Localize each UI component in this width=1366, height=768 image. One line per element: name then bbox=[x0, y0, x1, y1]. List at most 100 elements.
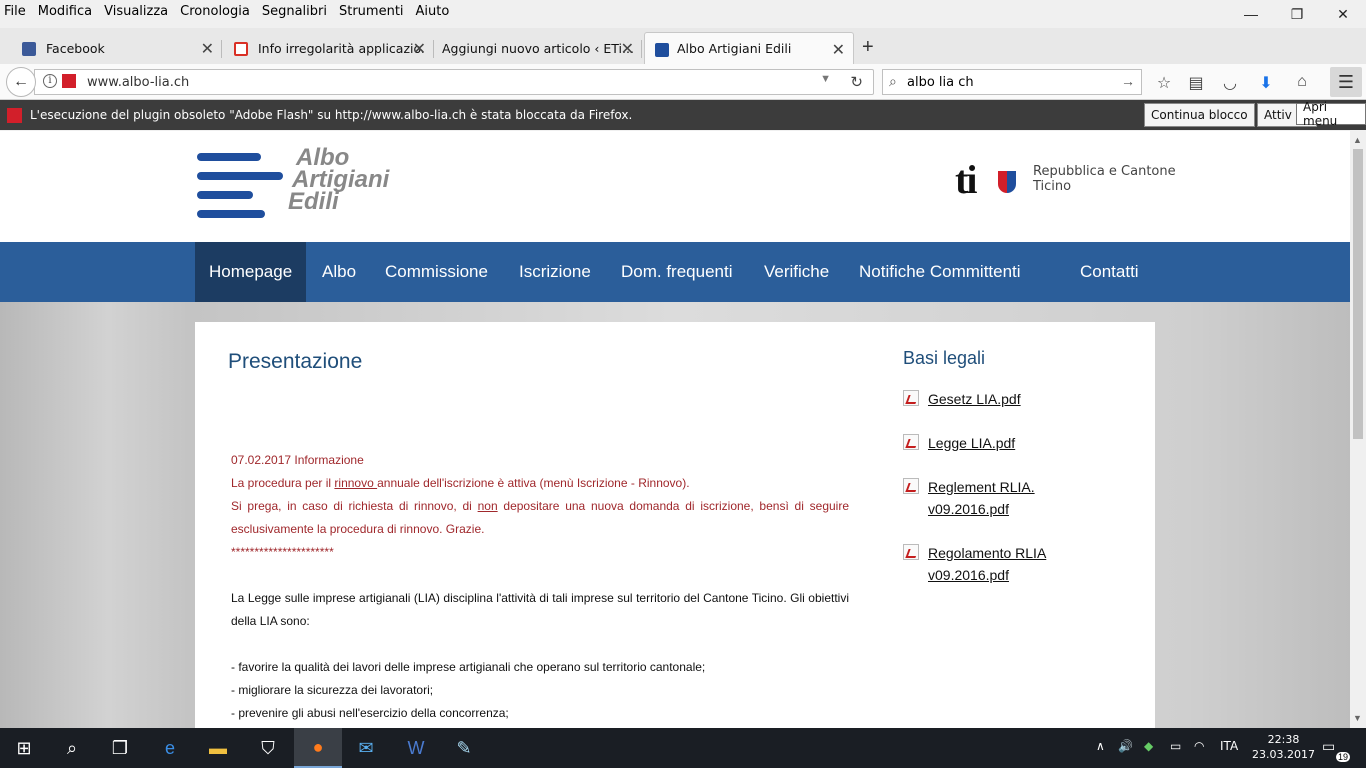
tab-bar: Facebook ✕ Info irregolarità applicazio.… bbox=[0, 28, 1366, 64]
search-go-icon[interactable]: → bbox=[1121, 73, 1135, 89]
menu-segnalibri[interactable]: Segnalibri bbox=[262, 4, 327, 19]
pdf-link-line-2[interactable]: v09.2016.pdf bbox=[928, 567, 1009, 583]
pdf-link-gesetz[interactable]: Gesetz LIA.pdf bbox=[903, 388, 1021, 410]
nav-domande-frequenti[interactable]: Dom. frequenti bbox=[621, 242, 733, 302]
system-clock[interactable]: 22:38 23.03.2017 bbox=[1252, 732, 1315, 762]
tab-facebook[interactable]: Facebook ✕ bbox=[0, 32, 222, 64]
new-tab-icon[interactable]: + bbox=[862, 36, 874, 59]
pdf-link-reglement[interactable]: Reglement RLIA. v09.2016.pdf bbox=[903, 476, 1035, 520]
nav-albo[interactable]: Albo bbox=[322, 242, 356, 302]
search-box[interactable]: ⌕ → bbox=[882, 69, 1142, 95]
outlook-icon[interactable]: ✉ bbox=[342, 728, 390, 768]
restore-button[interactable]: ❐ bbox=[1274, 0, 1320, 28]
menu-visualizza[interactable]: Visualizza bbox=[104, 4, 168, 19]
menu-strumenti[interactable]: Strumenti bbox=[339, 4, 404, 19]
pdf-link-text[interactable]: Gesetz LIA.pdf bbox=[928, 388, 1021, 410]
back-button[interactable]: ← bbox=[6, 67, 36, 97]
menu-aiuto[interactable]: Aiuto bbox=[416, 4, 450, 19]
menu-modifica[interactable]: Modifica bbox=[38, 4, 92, 19]
canton-line-2: Ticino bbox=[1033, 179, 1072, 194]
pdf-link-legge[interactable]: Legge LIA.pdf bbox=[903, 432, 1015, 454]
pdf-link-text[interactable]: Legge LIA.pdf bbox=[928, 432, 1015, 454]
show-hidden-icons[interactable]: ∧ bbox=[1096, 739, 1105, 753]
facebook-icon bbox=[22, 42, 36, 56]
ticino-shield-icon bbox=[998, 171, 1016, 193]
word-icon[interactable]: W bbox=[392, 728, 440, 768]
firefox-icon[interactable]: ● bbox=[294, 728, 342, 768]
pdf-link-line-1[interactable]: Regolamento RLIA bbox=[928, 545, 1046, 561]
reading-list-icon[interactable]: ▤ bbox=[1184, 73, 1208, 93]
tab-aggiungi-articolo[interactable]: Aggiungi nuovo articolo ‹ ETi... ✕ bbox=[420, 32, 642, 64]
window-controls: — ❐ ✕ bbox=[1228, 0, 1366, 28]
windows-start-icon[interactable]: ⊞ bbox=[0, 728, 48, 768]
tab-gmail[interactable]: Info irregolarità applicazio... ✕ bbox=[212, 32, 434, 64]
bookmark-star-icon[interactable]: ☆ bbox=[1152, 73, 1176, 93]
web-page: Albo Artigiani Edili ti Repubblica e Can… bbox=[0, 131, 1350, 728]
info-text: La procedura per il bbox=[231, 476, 335, 490]
albo-favicon-icon bbox=[655, 43, 669, 57]
notepad-icon[interactable]: ✎ bbox=[440, 728, 488, 768]
objective-item: - prevenire gli abusi nell'esercizio del… bbox=[231, 706, 509, 720]
dropdown-icon[interactable]: ▼ bbox=[820, 73, 831, 85]
info-text: annuale dell'iscrizione è attiva (menù I… bbox=[377, 476, 690, 490]
menu-cronologia[interactable]: Cronologia bbox=[180, 4, 250, 19]
file-explorer-icon[interactable]: ▬ bbox=[194, 728, 242, 768]
task-view-icon[interactable]: ❐ bbox=[96, 728, 144, 768]
action-center-icon[interactable]: ▭ 19 bbox=[1322, 738, 1350, 762]
scroll-down-icon[interactable]: ▼ bbox=[1353, 713, 1362, 723]
search-icon[interactable]: ⌕ bbox=[48, 728, 96, 768]
close-tab-icon[interactable]: ✕ bbox=[621, 39, 634, 58]
language-indicator[interactable]: ITA bbox=[1220, 739, 1238, 753]
gmail-icon bbox=[234, 42, 248, 56]
home-icon[interactable]: ⌂ bbox=[1290, 73, 1314, 91]
volume-icon[interactable]: 🔊 bbox=[1118, 739, 1133, 753]
url-bar[interactable]: i www.albo-lia.ch ▼ ↻ bbox=[34, 69, 874, 95]
search-icon: ⌕ bbox=[889, 73, 897, 89]
pocket-icon[interactable]: ◡ bbox=[1218, 73, 1242, 93]
search-input[interactable] bbox=[907, 73, 1107, 91]
tab-label: Albo Artigiani Edili bbox=[677, 41, 792, 56]
continue-block-button[interactable]: Continua blocco bbox=[1144, 103, 1255, 127]
pdf-link-line-1[interactable]: Reglement RLIA. bbox=[928, 479, 1035, 495]
legal-bases-title: Basi legali bbox=[903, 348, 986, 368]
pdf-link-regolamento[interactable]: Regolamento RLIA v09.2016.pdf bbox=[903, 542, 1046, 586]
battery-icon[interactable]: ▭ bbox=[1170, 739, 1181, 753]
open-menu-button[interactable]: ☰ bbox=[1330, 67, 1362, 97]
close-window-button[interactable]: ✕ bbox=[1320, 0, 1366, 28]
store-icon[interactable]: ⛉ bbox=[244, 728, 292, 768]
download-icon[interactable]: ⬇ bbox=[1254, 73, 1278, 93]
clock-time: 22:38 bbox=[1267, 733, 1300, 746]
albo-logo-icon[interactable] bbox=[197, 153, 283, 229]
scroll-up-icon[interactable]: ▲ bbox=[1353, 135, 1362, 145]
info-paragraph-2: Si prega, in caso di richiesta di rinnov… bbox=[231, 495, 849, 541]
clock-date: 23.03.2017 bbox=[1252, 748, 1315, 761]
nav-commissione[interactable]: Commissione bbox=[385, 242, 488, 302]
pdf-icon bbox=[903, 390, 919, 406]
minimize-button[interactable]: — bbox=[1228, 0, 1274, 28]
nav-iscrizione[interactable]: Iscrizione bbox=[519, 242, 591, 302]
pdf-link-text[interactable]: Reglement RLIA. v09.2016.pdf bbox=[928, 476, 1035, 520]
reload-icon[interactable]: ↻ bbox=[850, 73, 863, 91]
info-icon[interactable]: i bbox=[43, 74, 57, 88]
menu-file[interactable]: File bbox=[4, 4, 26, 19]
wifi-icon[interactable]: ◠ bbox=[1194, 739, 1204, 753]
vertical-scrollbar[interactable]: ▲ ▼ bbox=[1350, 131, 1366, 728]
dropbox-icon[interactable]: ◆ bbox=[1144, 739, 1153, 753]
scrollbar-thumb[interactable] bbox=[1353, 149, 1363, 439]
plugin-blocked-icon[interactable] bbox=[62, 74, 76, 88]
plugin-notification-bar: L'esecuzione del plugin obsoleto "Adobe … bbox=[0, 100, 1366, 130]
url-text[interactable]: www.albo-lia.ch bbox=[87, 75, 189, 90]
edge-icon[interactable]: e bbox=[146, 728, 194, 768]
nav-contatti[interactable]: Contatti bbox=[1080, 242, 1139, 302]
close-tab-icon[interactable]: ✕ bbox=[832, 40, 845, 59]
nav-homepage[interactable]: Homepage bbox=[195, 242, 307, 302]
pdf-link-line-2[interactable]: v09.2016.pdf bbox=[928, 501, 1009, 517]
tab-albo-artigiani[interactable]: Albo Artigiani Edili ✕ bbox=[644, 32, 854, 64]
pdf-icon bbox=[903, 478, 919, 494]
nav-notifiche-committenti[interactable]: Notifiche Committenti bbox=[859, 242, 1021, 302]
lia-intro-paragraph: La Legge sulle imprese artigianali (LIA)… bbox=[231, 591, 849, 628]
ti-logo[interactable]: ti bbox=[955, 156, 977, 203]
info-paragraph-1: La procedura per il rinnovo annuale dell… bbox=[231, 472, 849, 495]
nav-verifiche[interactable]: Verifiche bbox=[764, 242, 829, 302]
pdf-link-text[interactable]: Regolamento RLIA v09.2016.pdf bbox=[928, 542, 1046, 586]
